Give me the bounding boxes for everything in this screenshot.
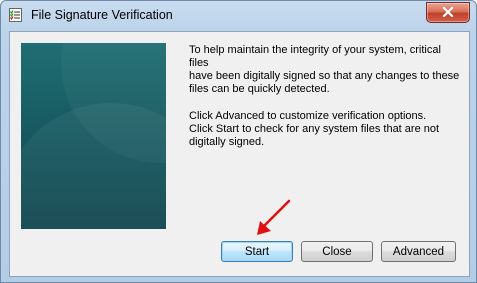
close-icon [442, 4, 454, 22]
close-button[interactable]: Close [301, 241, 373, 262]
title-bar[interactable]: File Signature Verification [1, 1, 476, 31]
advanced-button[interactable]: Advanced [381, 241, 456, 262]
description-text: To help maintain the integrity of your s… [189, 44, 460, 95]
side-banner-image [21, 43, 166, 229]
checklist-icon [8, 7, 24, 23]
window-close-button[interactable] [426, 2, 470, 23]
start-button[interactable]: Start [221, 241, 293, 262]
dialog-content: To help maintain the integrity of your s… [9, 31, 470, 277]
instructions-text: Click Advanced to customize verification… [189, 110, 440, 148]
dialog-window: File Signature Verification To help main… [0, 0, 477, 283]
window-title: File Signature Verification [31, 8, 173, 22]
